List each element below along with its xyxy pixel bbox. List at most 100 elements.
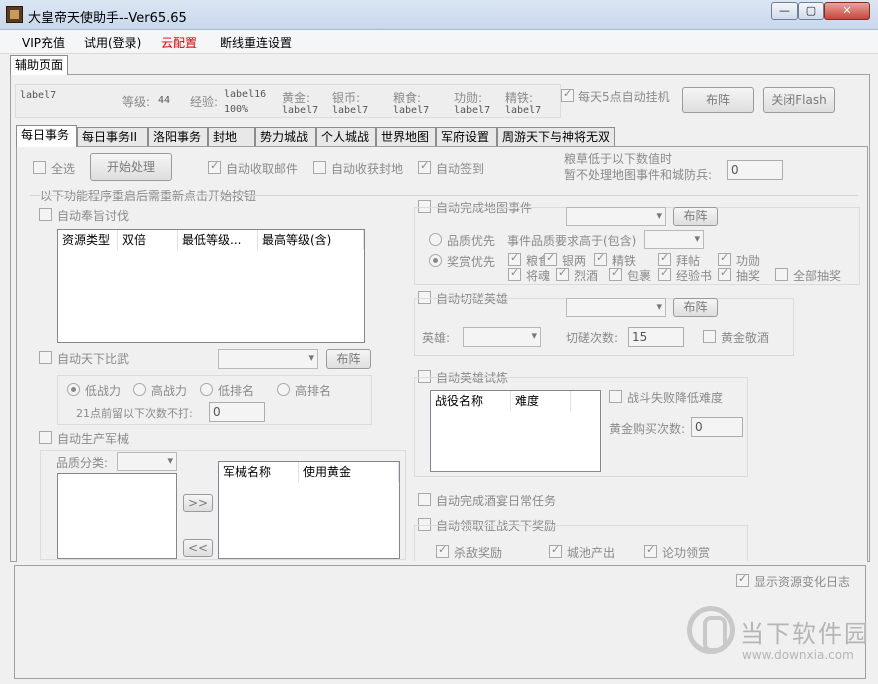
auto-edict-checkbox[interactable] (39, 208, 52, 221)
auto-feast-label: 自动完成酒宴日常任务 (436, 494, 557, 508)
edict-col-max-level[interactable]: 最高等级(含) (258, 230, 364, 250)
all-lottery-checkbox[interactable] (775, 268, 788, 281)
show-changes-checkbox[interactable] (736, 572, 749, 587)
quality-combo[interactable] (117, 452, 177, 471)
tab-assist-page[interactable]: 辅助页面 (10, 55, 69, 75)
weapon-col-name[interactable]: 军械名称 (219, 462, 299, 482)
map-event-combo[interactable] (566, 207, 666, 226)
merit-reward-checkbox[interactable] (644, 543, 657, 558)
tab-fief[interactable]: 封地 (208, 127, 255, 147)
reward-silver-checkbox[interactable] (544, 251, 557, 266)
event-quality-combo[interactable] (644, 230, 704, 249)
edict-col-min-level[interactable]: 最低等级... (178, 230, 258, 250)
no-fight-input[interactable]: 0 (209, 402, 265, 422)
close-button[interactable]: ✕ (824, 2, 870, 20)
auto-fief-checkbox[interactable] (313, 161, 326, 174)
move-left-button[interactable]: << (183, 539, 213, 557)
gold-value: label7 (282, 105, 319, 116)
trial-list[interactable]: 战役名称 难度 (430, 390, 601, 472)
tab-daily-2[interactable]: 每日事务II (77, 127, 148, 147)
spar-count-input[interactable]: 15 (628, 327, 684, 347)
low-rank-radio[interactable] (200, 383, 213, 396)
grain-note-line2: 暂不处理地图事件和城防兵: (564, 168, 713, 182)
menu-bar: VIP充值 试用(登录) 云配置 断线重连设置 (0, 30, 878, 54)
edict-list[interactable]: 资源类型 双倍 最低等级... 最高等级(含) (57, 229, 365, 343)
tournament-combo[interactable] (218, 349, 318, 369)
high-power-radio[interactable] (133, 383, 146, 396)
minimize-button[interactable]: — (771, 2, 798, 20)
hero-combo[interactable] (463, 327, 541, 347)
reward-expbook-checkbox[interactable] (658, 266, 671, 281)
auto-tournament-checkbox[interactable] (39, 351, 52, 364)
tab-world-map[interactable]: 世界地图 (376, 127, 436, 147)
spar-arrange-button[interactable]: 布阵 (673, 298, 718, 317)
reward-iron-checkbox[interactable] (594, 251, 607, 266)
reward-lottery-label: 抽奖 (736, 269, 761, 283)
trial-col-battle[interactable]: 战役名称 (431, 391, 511, 411)
reward-package-checkbox[interactable] (609, 266, 622, 281)
food-label: 粮食: (393, 91, 422, 105)
reward-wine-checkbox[interactable] (556, 266, 569, 281)
auto-signin-checkbox[interactable] (418, 159, 431, 174)
reward-lottery-checkbox[interactable] (718, 266, 731, 281)
auto-weapon-checkbox[interactable] (39, 431, 52, 444)
quality-first-radio[interactable] (429, 233, 442, 246)
menu-cloud-config[interactable]: 云配置 (161, 34, 197, 51)
reward-merit-checkbox[interactable] (718, 251, 731, 266)
tab-personal-war[interactable]: 个人城战 (316, 127, 376, 147)
auto-mail-label: 自动收取邮件 (226, 162, 299, 176)
tab-travel-heroes[interactable]: 周游天下与神将无双 (497, 127, 615, 147)
iron-value: label7 (505, 105, 542, 116)
move-right-button[interactable]: >> (183, 494, 213, 512)
tab-faction-war[interactable]: 势力城战 (255, 127, 316, 147)
title-bar[interactable]: 大皇帝天使助手--Ver65.65 — ▢ ✕ (0, 0, 878, 30)
auto-fief-label: 自动收获封地 (331, 162, 404, 176)
tournament-arrange-button[interactable]: 布阵 (326, 349, 371, 369)
auto-mail-checkbox[interactable] (208, 159, 221, 174)
menu-vip-recharge[interactable]: VIP充值 (22, 34, 65, 51)
auto-hang-checkbox[interactable] (561, 87, 574, 102)
maximize-button[interactable]: ▢ (798, 2, 824, 20)
edict-col-resource[interactable]: 资源类型 (58, 230, 118, 250)
high-rank-radio[interactable] (277, 383, 290, 396)
tab-military-settings[interactable]: 军府设置 (436, 127, 497, 147)
lose-lower-checkbox[interactable] (609, 390, 622, 403)
close-flash-button[interactable]: 关闭Flash (763, 87, 835, 113)
menu-reconnect-settings[interactable]: 断线重连设置 (220, 34, 292, 51)
low-power-radio[interactable] (67, 383, 80, 396)
weapon-source-list[interactable] (57, 473, 177, 559)
weapon-col-gold[interactable]: 使用黄金 (299, 462, 399, 482)
arrange-button[interactable]: 布阵 (682, 87, 754, 113)
spar-combo[interactable] (566, 298, 666, 317)
gold-buy-input[interactable]: 0 (691, 417, 743, 437)
edict-col-double[interactable]: 双倍 (118, 230, 178, 250)
tab-daily[interactable]: 每日事务 (16, 125, 77, 147)
hero-label: 英雄: (422, 331, 451, 345)
high-rank-label: 高排名 (295, 384, 332, 398)
menu-trial-login[interactable]: 试用(登录) (84, 34, 141, 51)
city-output-label: 城池产出 (567, 546, 616, 560)
reward-first-radio[interactable] (429, 254, 442, 267)
auto-feast-checkbox[interactable] (418, 493, 431, 506)
watermark-url: www.downxia.com (742, 648, 854, 662)
select-all-label: 全选 (51, 162, 76, 176)
kill-reward-checkbox[interactable] (436, 543, 449, 558)
iron-label: 精铁: (505, 91, 534, 105)
gold-wine-checkbox[interactable] (703, 330, 716, 343)
city-output-checkbox[interactable] (549, 543, 562, 558)
quality-first-label: 品质优先 (447, 234, 496, 248)
reward-soul-checkbox[interactable] (508, 266, 521, 281)
reward-food-checkbox[interactable] (508, 251, 521, 266)
select-all-checkbox[interactable] (33, 161, 46, 174)
grain-threshold-input[interactable]: 0 (727, 160, 783, 180)
weapon-target-list[interactable]: 军械名称 使用黄金 (218, 461, 400, 559)
map-arrange-button[interactable]: 布阵 (673, 207, 718, 226)
reward-invitation-checkbox[interactable] (658, 251, 671, 266)
low-rank-label: 低排名 (218, 384, 255, 398)
start-button[interactable]: 开始处理 (90, 153, 172, 181)
tab-luoyang[interactable]: 洛阳事务 (148, 127, 208, 147)
trial-col-difficulty[interactable]: 难度 (511, 391, 571, 411)
food-value: label7 (393, 105, 430, 116)
merit-label: 功勋: (454, 91, 483, 105)
reward-package-label: 包裹 (627, 269, 652, 283)
